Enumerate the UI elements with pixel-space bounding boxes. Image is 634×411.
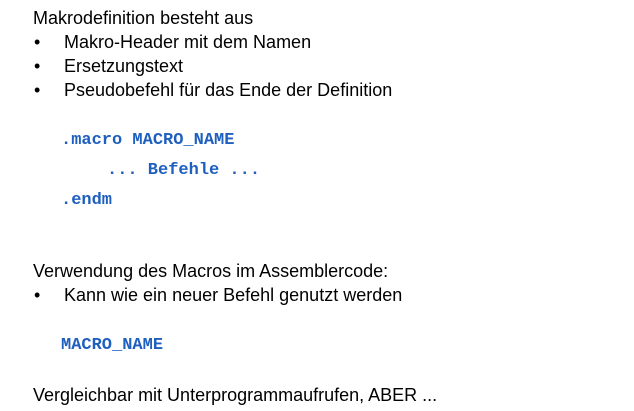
code-macro-start: .macro MACRO_NAME (61, 131, 235, 150)
bullet-pseudo-instruction: • Pseudobefehl für das Ende der Definiti… (34, 79, 594, 102)
bullet-icon: • (34, 56, 41, 76)
bullet-icon: • (34, 32, 41, 52)
usage-heading: Verwendung des Macros im Assemblercode: (33, 261, 389, 281)
bullet-text: Ersetzungstext (64, 56, 184, 76)
bullet-replacement-text: • Ersetzungstext (34, 55, 594, 78)
bullet-text: Kann wie ein neuer Befehl genutzt werden (64, 285, 403, 305)
slide: Makrodefinition besteht aus • Makro-Head… (0, 0, 634, 411)
bullet-text: Pseudobefehl für das Ende der Definition (64, 80, 393, 100)
definition-heading: Makrodefinition besteht aus (33, 8, 254, 28)
bullet-icon: • (34, 285, 41, 305)
bullet-macro-header: • Makro-Header mit dem Namen (34, 31, 594, 54)
bullet-usage: • Kann wie ein neuer Befehl genutzt werd… (34, 284, 594, 307)
bullet-text: Makro-Header mit dem Namen (64, 32, 312, 52)
footer-text: Vergleichbar mit Unterprogrammaufrufen, … (33, 385, 438, 405)
code-macro-end: .endm (61, 191, 113, 210)
bullet-icon: • (34, 80, 41, 100)
code-macro-call: MACRO_NAME (61, 336, 164, 355)
code-commands: ... Befehle ... (107, 161, 261, 180)
